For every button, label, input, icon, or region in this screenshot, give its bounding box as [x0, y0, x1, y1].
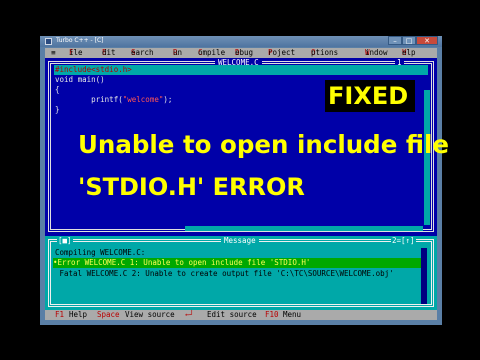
message-close-control[interactable]: [■] — [57, 236, 73, 245]
status-enter-label: Edit source — [207, 310, 257, 319]
status-space-label: View source — [125, 310, 175, 319]
menu-edit-label: dit — [102, 48, 116, 57]
menu-file-label: ile — [69, 48, 83, 57]
headline-line-2: 'STDIO.H' ERROR — [78, 173, 305, 201]
status-space-key[interactable]: Space — [97, 310, 120, 320]
message-line-fatal[interactable]: Fatal WELCOME.C 2: Unable to create outp… — [55, 269, 394, 279]
code-line-5[interactable]: } — [55, 105, 60, 115]
editor-horizontal-scrollbar[interactable] — [185, 226, 423, 231]
headline-line-1: Unable to open include file — [78, 130, 450, 159]
include-directive: #include<stdio.h> — [55, 65, 132, 74]
menu-help-label: elp — [402, 48, 416, 57]
menu-compile-label: ompile — [198, 48, 226, 57]
status-bar: F1 Help Space View source ←┘ Edit source… — [45, 310, 437, 320]
menu-search-label: earch — [131, 48, 154, 57]
message-line-error[interactable]: •Error WELCOME.C 1: Unable to open inclu… — [53, 258, 421, 268]
printf-end: ); — [163, 95, 173, 104]
code-line-4[interactable]: printf("welcome"); — [55, 95, 172, 105]
code-line-1[interactable]: #include<stdio.h> — [55, 65, 132, 75]
enter-key-icon[interactable]: ←┘ — [185, 310, 194, 320]
printf-string: "welcome" — [122, 95, 164, 104]
status-f1-label: Help — [69, 310, 88, 319]
printf-call: printf( — [55, 95, 123, 104]
close-button[interactable]: ✕ — [416, 36, 438, 45]
message-window[interactable]: [■] Message 2=[↑] Compiling WELCOME.C: •… — [45, 236, 437, 310]
message-title: Message — [221, 236, 259, 245]
status-f10-label: Menu — [283, 310, 302, 319]
message-line-compiling[interactable]: Compiling WELCOME.C: — [55, 248, 145, 258]
message-zoom-control[interactable]: 2=[↑] — [391, 236, 416, 245]
maximize-button[interactable]: □ — [402, 36, 416, 45]
status-f1-key[interactable]: F1 — [55, 310, 64, 320]
window-titlebar[interactable]: Turbo C++ - [C] – □ ✕ — [40, 36, 442, 47]
status-f10-key[interactable]: F10 — [265, 310, 279, 320]
system-menu-icon[interactable]: ≡ — [51, 48, 56, 58]
menu-options-label: ptions — [311, 48, 339, 57]
code-line-2[interactable]: void main() — [55, 75, 105, 85]
window-title: Turbo C++ - [C] — [56, 37, 104, 44]
message-scrollbar[interactable] — [421, 248, 427, 304]
code-line-3[interactable]: { — [55, 85, 60, 95]
menu-debug-label: ebug — [235, 48, 254, 57]
fixed-badge: FIXED — [328, 82, 409, 110]
menu-window-label: indow — [365, 48, 388, 57]
menu-run-label: un — [173, 48, 183, 57]
app-icon — [45, 38, 52, 45]
menu-project-label: roject — [268, 48, 296, 57]
minimize-button[interactable]: – — [388, 36, 402, 45]
menu-bar: ≡ File Edit Search Run Compile Debug Pro… — [45, 48, 437, 58]
